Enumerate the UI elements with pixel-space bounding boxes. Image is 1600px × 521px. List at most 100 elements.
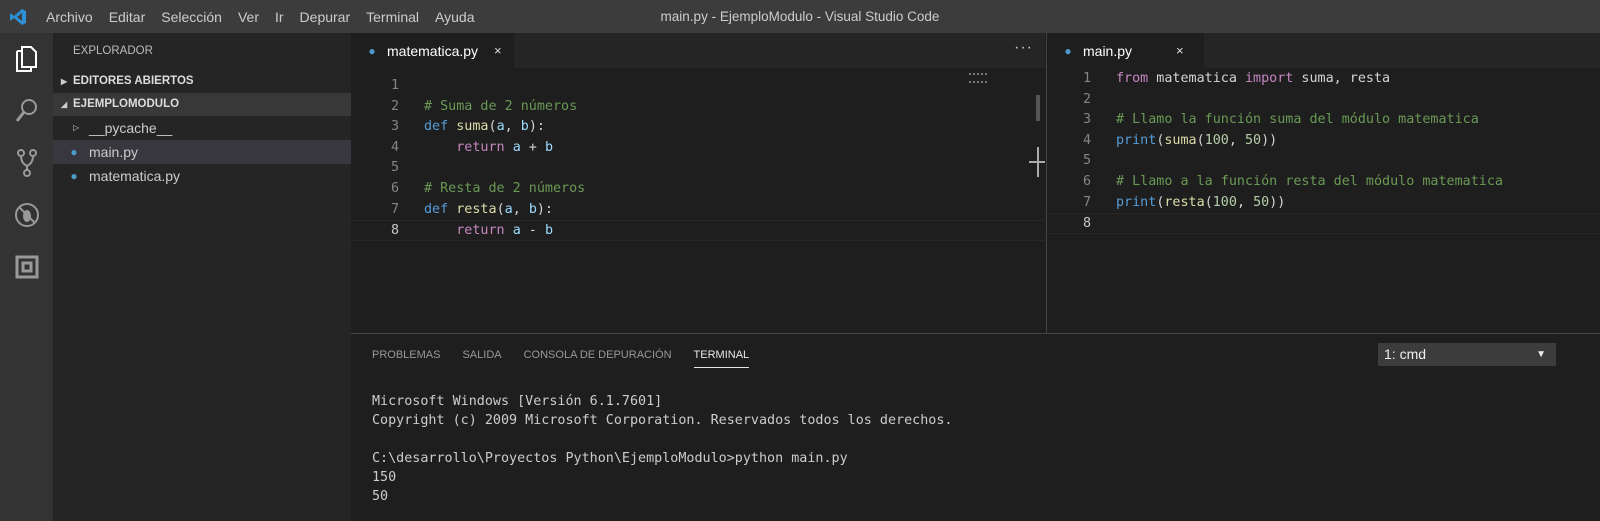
- more-actions-icon[interactable]: ···: [1014, 39, 1033, 57]
- debug-icon[interactable]: [0, 189, 53, 241]
- close-icon[interactable]: ×: [494, 43, 502, 58]
- code-line: 8 return a - b: [351, 220, 1045, 241]
- code-line: 7 def resta(a, b):: [351, 200, 1045, 221]
- code-line: 4 return a + b: [351, 138, 1045, 159]
- python-file-icon: ●: [70, 145, 78, 159]
- menu-item-ayuda[interactable]: Ayuda: [435, 9, 474, 25]
- code-token: )): [1261, 132, 1278, 148]
- code-token: a: [504, 201, 513, 217]
- vscode-logo-icon: [0, 0, 36, 33]
- open-editors-section[interactable]: ▶ EDITORES ABIERTOS: [53, 70, 351, 93]
- title-bar: Archivo Editar Selección Ver Ir Depurar Termin…: [0, 0, 1600, 33]
- code-token: -: [520, 223, 545, 239]
- tab-problemas[interactable]: PROBLEMAS: [372, 343, 440, 367]
- code-token: print: [1116, 132, 1157, 148]
- terminal-line: Microsoft Windows [Versión 6.1.7601]: [372, 394, 663, 409]
- tree-item-pycache[interactable]: ▷ __pycache__: [53, 116, 351, 140]
- tab-salida[interactable]: SALIDA: [462, 343, 501, 367]
- extensions-icon[interactable]: [0, 241, 53, 293]
- files-icon[interactable]: [0, 33, 53, 85]
- code-token: a: [512, 223, 521, 239]
- python-file-icon: ●: [1064, 43, 1072, 58]
- source-control-icon[interactable]: [0, 137, 53, 189]
- line-number: 7: [390, 201, 399, 217]
- python-file-icon: ●: [368, 43, 376, 58]
- code-token: 50: [1245, 132, 1262, 148]
- line-content: [1091, 90, 1116, 111]
- section-label: EDITORES ABIERTOS: [73, 75, 194, 87]
- code-token: a: [512, 139, 521, 155]
- code-token: ,: [512, 201, 529, 217]
- menu-item-ir[interactable]: Ir: [275, 9, 284, 25]
- code-line: 2: [1043, 90, 1600, 111]
- code-token: import: [1245, 71, 1294, 86]
- code-editor[interactable]: 1 2 # Suma de 2 números 3 def suma(a, b): 4 r…: [351, 68, 1045, 241]
- code-token: def: [424, 119, 449, 135]
- close-icon[interactable]: ×: [1176, 43, 1184, 58]
- tab-matematica-py[interactable]: ● matematica.py ×: [351, 33, 514, 68]
- menu-item-selección[interactable]: Selección: [161, 9, 222, 25]
- code-token: 50: [1253, 194, 1270, 210]
- menu-item-depurar[interactable]: Depurar: [300, 9, 351, 25]
- menu-item-terminal[interactable]: Terminal: [366, 9, 419, 25]
- menu-item-ver[interactable]: Ver: [238, 9, 259, 25]
- tree-item-matematica-py[interactable]: ● matematica.py: [53, 164, 351, 188]
- line-content: # Llamo a la función resta del módulo ma…: [1091, 172, 1503, 193]
- line-number: 6: [390, 180, 399, 196]
- menu-item-archivo[interactable]: Archivo: [46, 9, 93, 25]
- menu-bar: Archivo Editar Selección Ver Ir Depurar Termin…: [38, 9, 483, 25]
- code-token: suma, resta: [1293, 71, 1391, 86]
- folder-section[interactable]: ◢ EJEMPLOMODULO: [53, 93, 351, 116]
- line-number: 3: [1082, 112, 1091, 128]
- line-content: print(resta(100, 50)): [1091, 193, 1285, 214]
- tab-terminal[interactable]: TERMINAL: [693, 343, 750, 368]
- terminal-line: C:\desarrollo\Proyectos Python\EjemploMo…: [372, 451, 848, 466]
- code-token: return: [456, 139, 505, 155]
- tree-item-main-py[interactable]: ● main.py: [53, 140, 351, 164]
- code-token: ,: [1228, 132, 1245, 148]
- code-token: ,: [504, 119, 521, 135]
- code-line: 2 # Suma de 2 números: [351, 97, 1045, 118]
- terminal-select[interactable]: 1: cmd ▼: [1378, 343, 1556, 366]
- code-token: suma: [1164, 132, 1197, 148]
- code-token: suma: [456, 119, 489, 135]
- scrollbar[interactable]: [1036, 95, 1040, 121]
- code-token: (: [1204, 194, 1213, 210]
- code-token: b: [544, 139, 553, 155]
- activity-bar: [0, 33, 53, 521]
- code-token: (: [496, 201, 505, 217]
- line-content: return a - b: [399, 221, 553, 240]
- line-content: [399, 76, 424, 97]
- code-token: def: [424, 201, 449, 217]
- tab-main-py[interactable]: ● main.py ×: [1047, 33, 1204, 68]
- code-line: 6 # Llamo a la función resta del módulo m…: [1043, 172, 1600, 193]
- line-content: # Llamo la función suma del módulo matem…: [1091, 110, 1479, 131]
- code-editor[interactable]: 1 from matematica import suma, resta 2 3 # L…: [1043, 68, 1600, 234]
- terminal-line: 50: [372, 489, 389, 504]
- line-content: [399, 158, 424, 179]
- line-content: # Suma de 2 números: [399, 97, 577, 118]
- search-icon[interactable]: [0, 85, 53, 137]
- tree-item-label: matematica.py: [89, 168, 181, 184]
- code-line: 1 from matematica import suma, resta: [1043, 69, 1600, 90]
- code-token: ):: [536, 201, 553, 217]
- code-token: # Llamo a la función resta del módulo ma…: [1116, 173, 1503, 189]
- tab-consola-de-depuración[interactable]: CONSOLA DE DEPURACIÓN: [524, 343, 672, 367]
- code-token: ):: [528, 119, 545, 135]
- line-content: [1091, 214, 1116, 233]
- terminal-output[interactable]: Microsoft Windows [Versión 6.1.7601] Copy…: [351, 376, 1600, 506]
- terminal-select-value: 1: cmd: [1384, 346, 1427, 362]
- code-token: 100: [1204, 132, 1229, 148]
- code-token: from: [1116, 71, 1149, 86]
- menu-item-editar[interactable]: Editar: [109, 9, 146, 25]
- code-line: 4 print(suma(100, 50)): [1043, 131, 1600, 152]
- minimap[interactable]: [969, 73, 987, 83]
- code-line: 6 # Resta de 2 números: [351, 179, 1045, 200]
- dropdown-arrow-icon: ▼: [1536, 349, 1546, 360]
- code-token: matematica: [1148, 71, 1245, 86]
- line-number: 2: [390, 98, 399, 114]
- code-token: return: [456, 223, 505, 239]
